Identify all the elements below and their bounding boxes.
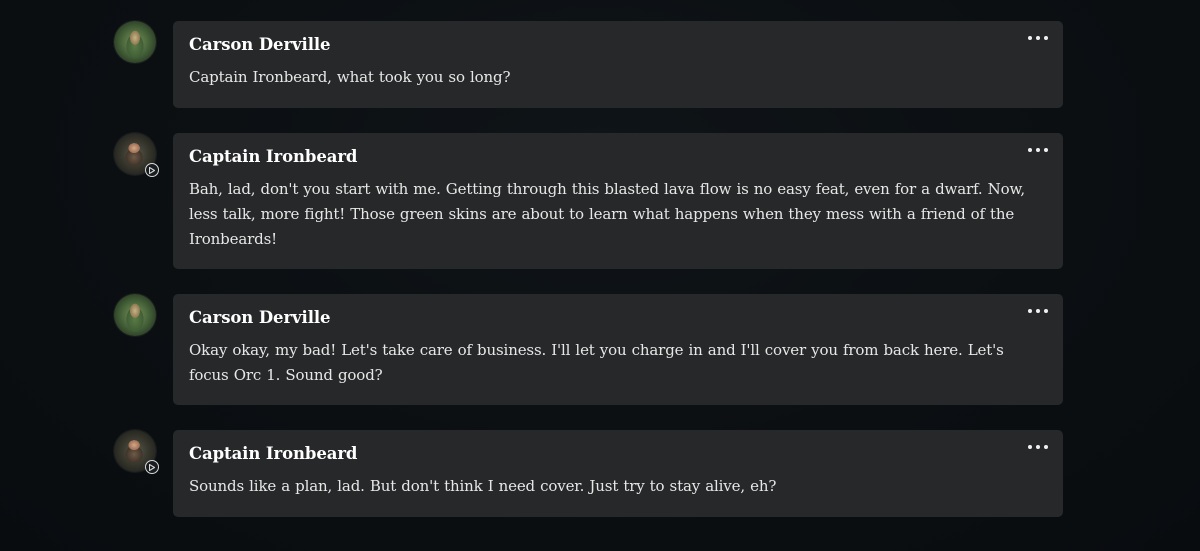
message-author: Captain Ironbeard	[189, 147, 358, 166]
more-options-icon[interactable]	[1028, 147, 1048, 153]
more-options-icon[interactable]	[1028, 308, 1048, 314]
more-options-icon[interactable]	[1028, 444, 1048, 450]
message-bubble: Carson Derville Captain Ironbeard, what …	[173, 21, 1063, 108]
message-author: Captain Ironbeard	[189, 444, 358, 463]
message-bubble: Carson Derville Okay okay, my bad! Let's…	[173, 294, 1063, 405]
message-text: Okay okay, my bad! Let's take care of bu…	[189, 341, 1004, 384]
chat-log: Carson Derville Captain Ironbeard, what …	[0, 0, 1200, 551]
avatar[interactable]	[114, 294, 156, 336]
message-text: Sounds like a plan, lad. But don't think…	[189, 477, 777, 495]
play-voice-icon[interactable]	[145, 163, 159, 177]
message-bubble: Captain Ironbeard Bah, lad, don't you st…	[173, 133, 1063, 269]
more-options-icon[interactable]	[1028, 35, 1048, 41]
message-bubble: Captain Ironbeard Sounds like a plan, la…	[173, 430, 1063, 517]
message-text: Bah, lad, don't you start with me. Getti…	[189, 180, 1026, 248]
play-voice-icon[interactable]	[145, 460, 159, 474]
message-author: Carson Derville	[189, 35, 331, 54]
message-text: Captain Ironbeard, what took you so long…	[189, 68, 511, 86]
message-author: Carson Derville	[189, 308, 331, 327]
avatar[interactable]	[114, 21, 156, 63]
